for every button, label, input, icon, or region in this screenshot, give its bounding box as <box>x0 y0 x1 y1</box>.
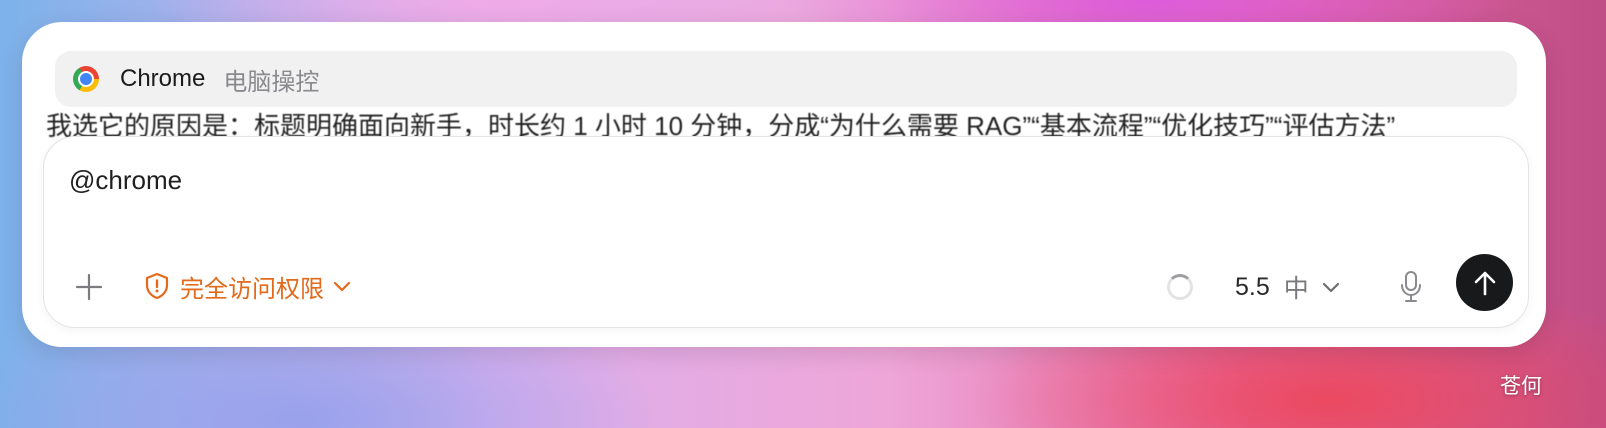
model-version: 5.5 <box>1235 272 1270 301</box>
permission-selector[interactable]: 完全访问权限 <box>144 268 362 304</box>
shield-alert-icon <box>145 272 169 300</box>
mention-suggestion-item[interactable]: Chrome 电脑操控 <box>55 51 1517 107</box>
chevron-down-icon <box>333 281 351 292</box>
add-attachment-button[interactable] <box>73 271 105 303</box>
arrow-up-icon <box>1474 271 1495 295</box>
chevron-down-icon <box>1322 282 1339 293</box>
plus-icon <box>75 273 103 301</box>
microphone-icon[interactable] <box>1399 270 1423 304</box>
message-composer: @chrome 完全访问权限 5.5 中 <box>43 136 1529 328</box>
composer-window: 我选它的原因是：标题明确面向新手，时长约 1 小时 10 分钟，分成“为什么需要… <box>22 22 1546 347</box>
model-selector[interactable]: 5.5 中 <box>1235 271 1341 303</box>
watermark-text: 苍何 <box>1500 375 1542 398</box>
send-button[interactable] <box>1456 254 1513 311</box>
suggestion-description: 电脑操控 <box>223 68 320 96</box>
suggestion-app-name: Chrome <box>120 65 206 92</box>
permission-label: 完全访问权限 <box>180 275 324 303</box>
chrome-logo-icon <box>73 66 99 92</box>
loading-spinner-icon <box>1167 274 1193 300</box>
message-input[interactable]: @chrome <box>69 165 182 196</box>
model-level: 中 <box>1283 275 1309 303</box>
